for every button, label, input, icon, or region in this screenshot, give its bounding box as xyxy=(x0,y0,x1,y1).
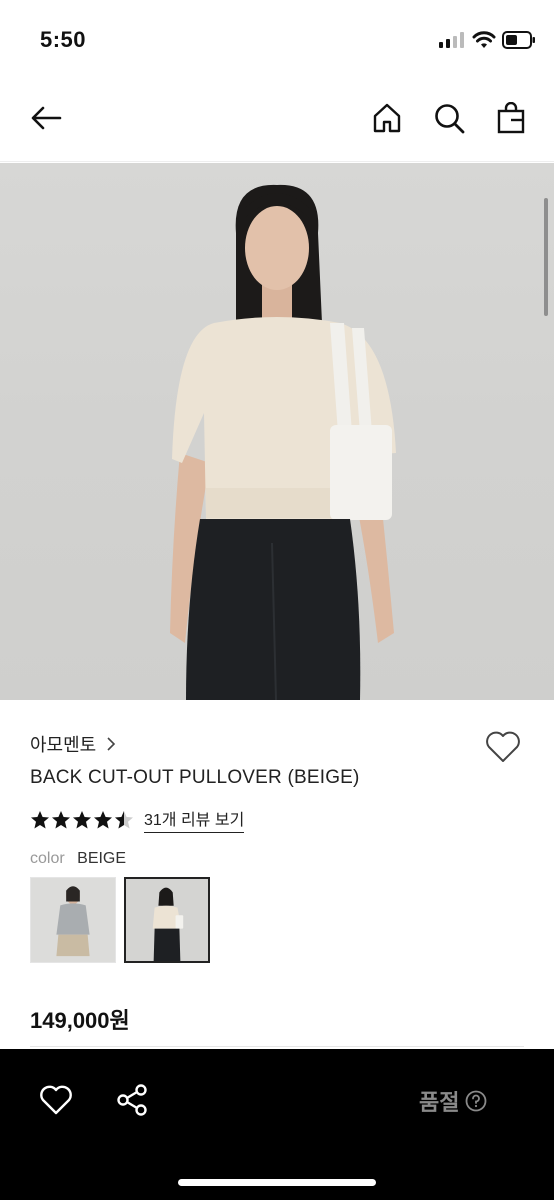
rating-row: 31개 리뷰 보기 xyxy=(30,806,245,833)
brand-link[interactable]: 아모멘토 xyxy=(30,731,116,757)
cellular-signal-icon xyxy=(439,32,464,48)
status-time: 5:50 xyxy=(40,27,87,52)
soldout-button[interactable]: 품절 xyxy=(419,1085,487,1117)
star-icon xyxy=(31,810,49,828)
model-photo xyxy=(170,184,396,700)
product-image[interactable] xyxy=(0,163,554,700)
product-title: BACK CUT-OUT PULLOVER (BEIGE) xyxy=(30,767,360,788)
color-row: color BEIGE xyxy=(30,850,126,868)
star-icon xyxy=(94,810,112,828)
price: 149,000원 xyxy=(30,1008,130,1033)
divider xyxy=(30,1046,524,1047)
chevron-right-icon xyxy=(107,737,116,751)
star-rating xyxy=(30,810,134,830)
swatch-beige[interactable] xyxy=(124,877,210,963)
battery-icon xyxy=(502,31,535,49)
review-link[interactable]: 31개 리뷰 보기 xyxy=(144,806,245,833)
help-icon[interactable] xyxy=(465,1090,487,1112)
share-icon[interactable] xyxy=(114,1082,150,1118)
wishlist-heart-icon[interactable] xyxy=(484,728,522,766)
wifi-icon xyxy=(472,31,496,48)
shopping-bag-icon[interactable] xyxy=(493,100,529,136)
top-nav xyxy=(0,80,554,162)
color-label: color xyxy=(30,850,65,867)
color-swatches xyxy=(30,877,210,963)
heart-icon[interactable] xyxy=(38,1082,74,1118)
back-arrow-icon[interactable] xyxy=(28,100,64,136)
search-icon[interactable] xyxy=(431,100,467,136)
brand-name: 아모멘토 xyxy=(30,735,97,755)
color-value: BEIGE xyxy=(77,850,127,867)
bottom-action-bar xyxy=(0,1049,554,1200)
scroll-indicator xyxy=(544,198,548,316)
soldout-label: 품절 xyxy=(419,1090,460,1115)
home-icon[interactable] xyxy=(369,100,405,136)
swatch-gray[interactable] xyxy=(30,877,116,963)
star-icon xyxy=(52,810,70,828)
half-star-icon xyxy=(115,810,133,828)
status-bar: 5:50 xyxy=(0,0,554,80)
home-indicator[interactable] xyxy=(178,1179,376,1186)
star-icon xyxy=(73,810,91,828)
